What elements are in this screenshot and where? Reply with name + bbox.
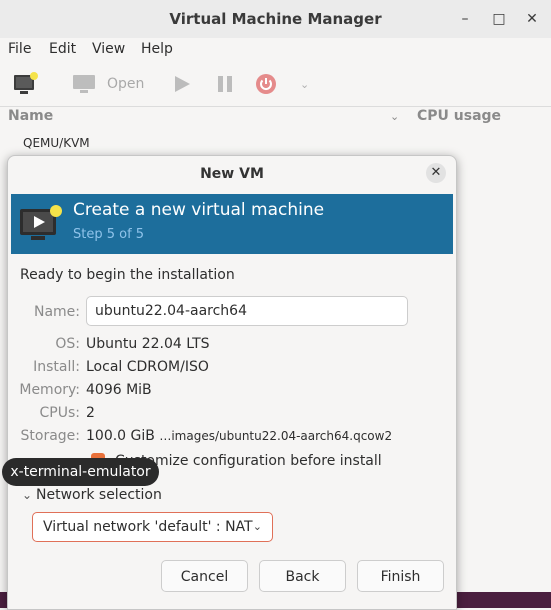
menu-help[interactable]: Help — [141, 41, 173, 57]
cpus-label: CPUs: — [39, 405, 80, 421]
cancel-button[interactable]: Cancel — [161, 560, 248, 592]
name-label: Name: — [33, 304, 80, 320]
close-window-button[interactable]: ✕ — [521, 8, 543, 30]
connection-row[interactable]: QEMU/KVM — [23, 136, 90, 150]
storage-label: Storage: — [20, 428, 81, 444]
dialog-close-button[interactable]: ✕ — [426, 163, 446, 183]
storage-path: …images/ubuntu22.04-aarch64.qcow2 — [159, 429, 393, 443]
menu-file[interactable]: File — [8, 41, 31, 57]
maximize-button[interactable]: □ — [488, 8, 510, 30]
install-label: Install: — [33, 359, 80, 375]
storage-size: 100.0 GiB — [86, 428, 155, 444]
chevron-down-icon: ⌄ — [252, 520, 262, 533]
network-selection-expander[interactable]: Network selection — [36, 487, 162, 503]
pause-icon[interactable] — [217, 75, 233, 97]
column-name[interactable]: Name — [8, 108, 53, 124]
minimize-button[interactable]: – — [454, 8, 476, 30]
column-cpu-usage[interactable]: CPU usage — [417, 108, 501, 124]
os-value: Ubuntu 22.04 LTS — [86, 336, 210, 352]
memory-label: Memory: — [19, 382, 80, 398]
open-button[interactable]: Open — [107, 70, 144, 98]
network-select-value: Virtual network 'default' : NAT — [43, 519, 253, 535]
monitor-icon[interactable] — [72, 73, 96, 95]
shutdown-menu-chevron-icon[interactable]: ⌄ — [300, 78, 309, 91]
cpus-value: 2 — [86, 405, 95, 421]
banner-step: Step 5 of 5 — [73, 227, 145, 242]
name-input[interactable] — [86, 296, 408, 326]
network-select[interactable]: Virtual network 'default' : NAT ⌄ — [32, 512, 273, 542]
back-button[interactable]: Back — [259, 560, 346, 592]
menu-edit[interactable]: Edit — [49, 41, 76, 57]
expander-chevron-icon[interactable]: ⌄ — [22, 488, 32, 502]
shutdown-icon[interactable] — [255, 73, 277, 99]
wizard-banner: Create a new virtual machine Step 5 of 5 — [11, 194, 453, 254]
install-value: Local CDROM/ISO — [86, 359, 209, 375]
os-label: OS: — [55, 336, 80, 352]
tooltip: x-terminal-emulator — [2, 458, 159, 486]
ready-text: Ready to begin the installation — [20, 267, 235, 283]
menubar — [0, 38, 551, 62]
banner-title: Create a new virtual machine — [73, 200, 325, 220]
run-icon[interactable] — [173, 75, 191, 97]
sort-chevron-icon[interactable]: ⌄ — [390, 110, 399, 123]
storage-value: 100.0 GiB …images/ubuntu22.04-aarch64.qc… — [86, 428, 392, 444]
memory-value: 4096 MiB — [86, 382, 152, 398]
new-vm-icon[interactable] — [13, 71, 39, 97]
finish-button[interactable]: Finish — [357, 560, 444, 592]
new-vm-banner-icon — [19, 204, 63, 244]
menu-view[interactable]: View — [92, 41, 125, 57]
dialog-title: New VM — [200, 166, 264, 182]
new-vm-dialog: New VM ✕ Create a new virtual machine St… — [7, 155, 457, 610]
